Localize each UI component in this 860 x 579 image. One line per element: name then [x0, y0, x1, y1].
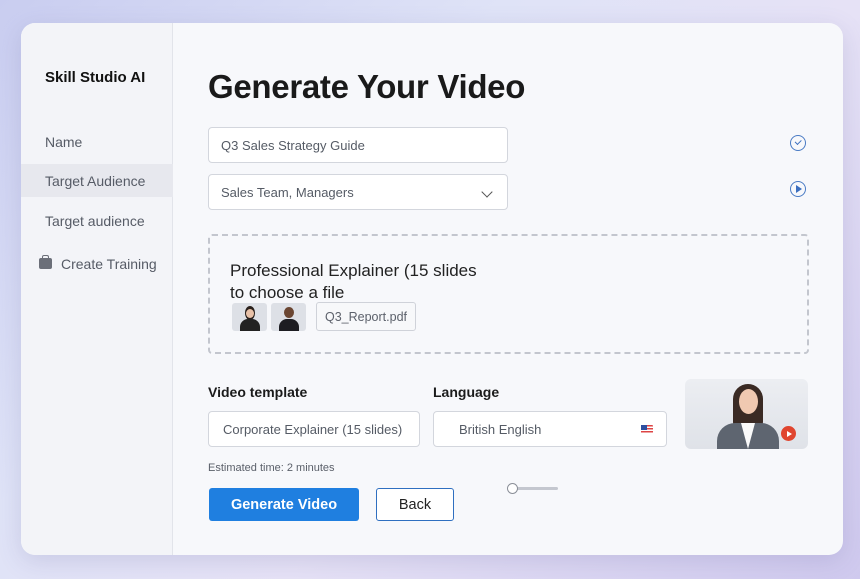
play-icon[interactable] — [781, 426, 796, 441]
slider-handle[interactable] — [507, 483, 518, 494]
chevron-down-icon — [481, 186, 493, 198]
uk-flag-icon — [641, 425, 653, 434]
video-preview-thumbnail[interactable] — [685, 379, 808, 449]
page-title: Generate Your Video — [208, 68, 526, 105]
target-audience-select[interactable]: Sales Team, Managers — [208, 174, 508, 210]
generate-video-button[interactable]: Generate Video — [209, 488, 359, 521]
video-template-value: Corporate Explainer (15 slides) — [223, 421, 403, 437]
language-label: Language — [433, 384, 500, 400]
sidebar-item-label: Name — [45, 133, 83, 150]
sidebar-item-target-audience-2[interactable]: Target audience — [21, 204, 173, 237]
training-name-input[interactable]: Q3 Sales Strategy Guide — [208, 127, 508, 163]
file-name: Q3_Report.pdf — [325, 309, 407, 324]
language-value: British English — [459, 421, 542, 437]
avatar-woman-icon[interactable] — [232, 303, 267, 331]
sidebar-item-target-audience[interactable]: Target Audience — [21, 164, 173, 197]
sidebar-item-create-training[interactable]: Create Training — [21, 247, 173, 280]
briefcase-icon — [39, 255, 52, 269]
training-name-value: Q3 Sales Strategy Guide — [221, 137, 365, 153]
dropzone-text: Professional Explainer (15 slides to cho… — [230, 260, 477, 304]
sidebar: Skill Studio AI Name Target Audience Tar… — [21, 23, 173, 555]
main-content: Generate Your Video Q3 Sales Strategy Gu… — [173, 23, 843, 555]
brand-title: Skill Studio AI — [45, 69, 146, 86]
app-window: Skill Studio AI Name Target Audience Tar… — [21, 23, 843, 555]
language-select[interactable]: British English — [433, 411, 667, 447]
target-audience-value: Sales Team, Managers — [221, 184, 354, 200]
file-dropzone[interactable]: Professional Explainer (15 slides to cho… — [208, 234, 809, 354]
sidebar-item-label: Target Audience — [45, 172, 146, 189]
sidebar-item-label: Create Training — [61, 255, 157, 272]
sidebar-item-label: Target audience — [45, 212, 145, 229]
video-template-select[interactable]: Corporate Explainer (15 slides) — [208, 411, 420, 447]
estimated-time: Estimated time: 2 minutes — [208, 462, 335, 474]
dropzone-line-1: Professional Explainer (15 slides — [230, 261, 477, 280]
file-chip[interactable]: Q3_Report.pdf — [316, 302, 416, 331]
avatar-man-icon[interactable] — [271, 303, 306, 331]
back-button[interactable]: Back — [376, 488, 454, 521]
play-circle-icon[interactable] — [790, 181, 806, 197]
check-circle-icon — [790, 135, 806, 151]
dropzone-line-2: to choose a file — [230, 283, 345, 302]
video-template-label: Video template — [208, 384, 308, 400]
sidebar-item-name[interactable]: Name — [21, 125, 173, 158]
